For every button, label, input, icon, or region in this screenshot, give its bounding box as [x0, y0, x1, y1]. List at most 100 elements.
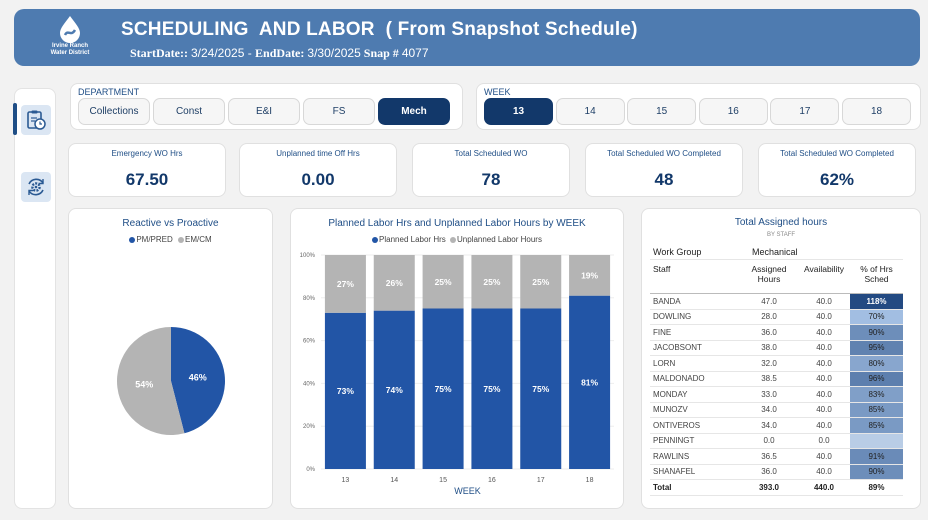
- week-option-18[interactable]: 18: [842, 98, 911, 125]
- x-tick-label: 14: [390, 477, 398, 484]
- pct-hrs-scheduled: 90%: [850, 324, 903, 341]
- availability-hours: 40.0: [798, 293, 850, 310]
- week-option-16[interactable]: 16: [698, 98, 768, 125]
- date-range-line: StartDate:: 3/24/2025 - EndDate: 3/30/20…: [130, 46, 429, 61]
- column-header[interactable]: Availability: [798, 259, 850, 294]
- availability-hours: 40.0: [798, 448, 850, 465]
- table-row[interactable]: FINE 36.0 40.0 90%: [650, 324, 903, 341]
- week-slicer-label: WEEK: [484, 87, 511, 97]
- pct-hrs-scheduled: 91%: [850, 448, 903, 465]
- availability-hours: 40.0: [798, 402, 850, 418]
- table-row[interactable]: PENNINGT 0.0 0.0: [650, 433, 903, 449]
- table-total-row: Total 393.0 440.0 89%: [650, 479, 903, 496]
- bar-unplanned-label: 25%: [483, 277, 500, 287]
- assigned-hours: 38.0: [740, 340, 798, 356]
- staff-table-title: Total Assigned hours: [734, 217, 828, 228]
- y-tick-label: 80%: [303, 296, 316, 302]
- staff-name: JACOBSONT: [650, 340, 740, 356]
- pie-slice-label: 54%: [135, 379, 153, 389]
- legend-swatch: [178, 236, 184, 243]
- column-header[interactable]: % of Hrs Sched: [850, 259, 903, 294]
- start-date-label: StartDate::: [130, 46, 191, 60]
- nav-labor-button[interactable]: [21, 172, 51, 202]
- kpi-card-unplanned-time-off: Unplanned time Off Hrs 0.00: [239, 143, 397, 197]
- department-slicer: DEPARTMENT Collections Const E&I FS Mech: [70, 83, 463, 130]
- department-option-fs[interactable]: FS: [303, 98, 375, 125]
- pct-hrs-scheduled: 90%: [850, 464, 903, 480]
- pct-hrs-scheduled: [850, 433, 903, 449]
- x-tick-label: 13: [342, 477, 350, 484]
- y-tick-label: 60%: [303, 339, 316, 345]
- x-tick-label: 15: [439, 477, 447, 484]
- legend-label: PM/PRED: [136, 235, 173, 244]
- kpi-card-emergency-wo-hrs: Emergency WO Hrs 67.50: [68, 143, 226, 197]
- gear-sync-icon: [28, 178, 44, 196]
- y-tick-label: 40%: [303, 381, 316, 387]
- table-row[interactable]: MALDONADO 38.5 40.0 96%: [650, 371, 903, 387]
- total-name: Total: [650, 479, 740, 496]
- department-slicer-label: DEPARTMENT: [78, 87, 140, 97]
- kpi-card-scheduled-wo-completed-pct: Total Scheduled WO Completed 62%: [758, 143, 916, 197]
- assigned-hours: 32.0: [740, 355, 798, 372]
- bar-unplanned-label: 25%: [435, 277, 452, 287]
- legend-label: EM/CM: [185, 235, 212, 244]
- assigned-hours: 36.5: [740, 448, 798, 465]
- table-row[interactable]: MUNOZV 34.0 40.0 85%: [650, 402, 903, 418]
- date-separator: -: [244, 46, 256, 60]
- availability-hours: 40.0: [798, 309, 850, 325]
- pct-hrs-scheduled: 96%: [850, 371, 903, 387]
- table-row[interactable]: LORN 32.0 40.0 80%: [650, 355, 903, 372]
- bar-planned-label: 75%: [483, 384, 500, 394]
- bar-unplanned-label: 25%: [532, 277, 549, 287]
- staff-hours-table: Work Group Mechanical Staff Assigned Hours A…: [650, 244, 903, 496]
- staff-name: LORN: [650, 355, 740, 372]
- table-row[interactable]: MONDAY 33.0 40.0 83%: [650, 386, 903, 403]
- irwd-logo: Irvine Ranch Water District: [44, 15, 96, 63]
- nav-active-indicator: [13, 103, 17, 135]
- column-header[interactable]: Assigned Hours: [740, 259, 798, 294]
- assigned-hours: 34.0: [740, 417, 798, 434]
- kpi-label: Total Scheduled WO: [454, 149, 528, 158]
- week-option-14[interactable]: 14: [555, 98, 625, 125]
- week-option-17[interactable]: 17: [770, 98, 840, 125]
- week-option-15[interactable]: 15: [627, 98, 697, 125]
- department-option-collections[interactable]: Collections: [78, 98, 150, 125]
- table-row[interactable]: DOWLING 28.0 40.0 70%: [650, 309, 903, 325]
- bar-planned-label: 74%: [386, 385, 403, 395]
- sidebar-nav: [13, 88, 56, 509]
- table-group-row: Work Group Mechanical: [650, 244, 903, 260]
- end-date-value: 3/30/2025: [307, 46, 361, 60]
- department-option-mech[interactable]: Mech: [378, 98, 450, 125]
- department-option-const[interactable]: Const: [153, 98, 225, 125]
- y-tick-label: 20%: [303, 424, 316, 430]
- table-row[interactable]: ONTIVEROS 34.0 40.0 85%: [650, 417, 903, 434]
- page-title: SCHEDULING AND LABOR ( From Snapshot Sch…: [121, 19, 638, 40]
- bar-unplanned-label: 27%: [337, 279, 354, 289]
- assigned-hours: 36.0: [740, 464, 798, 480]
- snap-value: 4077: [401, 46, 429, 60]
- bar-chart-panel: Planned Labor Hrs and Unplanned Labor Ho…: [290, 208, 624, 509]
- x-tick-label: 18: [586, 477, 594, 484]
- pct-hrs-scheduled: 70%: [850, 309, 903, 325]
- stacked-bar-chart: 0% 20% 40% 60% 80% 100% 73% 27% 13 74% 26% 14 75% 25%…: [300, 253, 614, 496]
- table-row[interactable]: SHANAFEL 36.0 40.0 90%: [650, 464, 903, 480]
- assigned-hours: 38.5: [740, 371, 798, 387]
- column-header[interactable]: Staff: [650, 259, 740, 294]
- kpi-label: Unplanned time Off Hrs: [276, 149, 360, 158]
- department-option-e-i[interactable]: E&I: [228, 98, 300, 125]
- snap-label: Snap #: [363, 46, 402, 60]
- x-axis-title: WEEK: [454, 486, 481, 496]
- table-row[interactable]: RAWLINS 36.5 40.0 91%: [650, 448, 903, 465]
- table-row[interactable]: JACOBSONT 38.0 40.0 95%: [650, 340, 903, 356]
- bar-unplanned-label: 26%: [386, 278, 403, 288]
- pie-chart-title: Reactive vs Proactive: [122, 218, 219, 229]
- nav-scheduling-button[interactable]: [21, 105, 51, 135]
- pie-chart-panel: Reactive vs Proactive PM/PRED EM/CM 46% 5…: [68, 208, 273, 509]
- availability-hours: 40.0: [798, 355, 850, 372]
- assigned-hours: 36.0: [740, 324, 798, 341]
- week-option-13[interactable]: 13: [484, 98, 553, 125]
- assigned-hours: 28.0: [740, 309, 798, 325]
- table-row[interactable]: BANDA 47.0 40.0 118%: [650, 293, 903, 310]
- kpi-value: 62%: [819, 170, 855, 189]
- kpi-label: Total Scheduled WO Completed: [607, 149, 721, 158]
